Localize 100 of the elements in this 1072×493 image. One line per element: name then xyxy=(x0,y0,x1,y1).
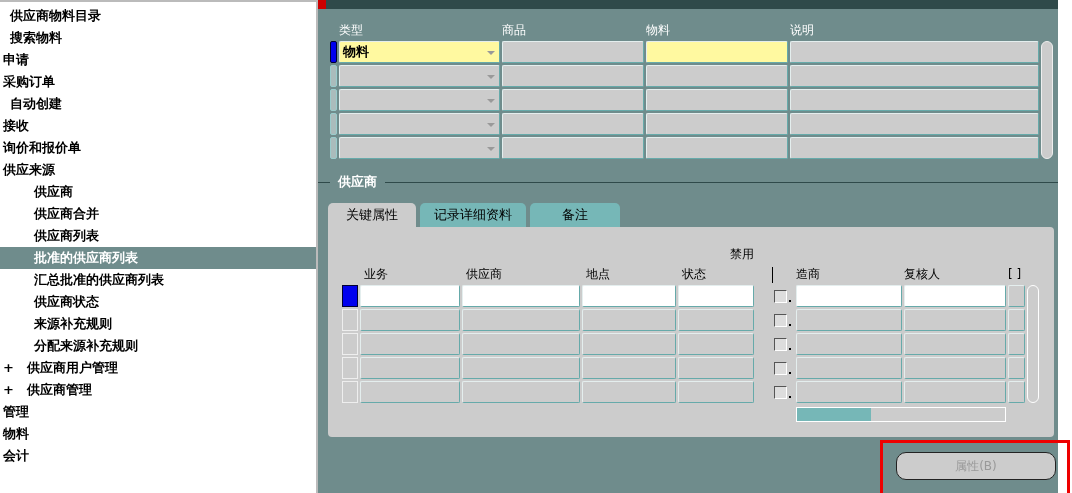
column-header: 物料 xyxy=(646,22,671,39)
caret-icon xyxy=(487,51,495,55)
tree-item[interactable]: 供应来源 xyxy=(0,159,316,181)
input-field[interactable] xyxy=(790,113,1039,135)
checkbox[interactable] xyxy=(774,386,787,399)
input-field[interactable] xyxy=(790,41,1039,63)
column-header: 造商 xyxy=(796,266,821,283)
type-dropdown[interactable] xyxy=(339,137,500,159)
tree-item[interactable]: 汇总批准的供应商列表 xyxy=(0,269,316,291)
row-indicator[interactable] xyxy=(342,285,358,307)
tree-item[interactable]: 接收 xyxy=(0,115,316,137)
tree-item[interactable]: 自动创建 xyxy=(0,93,316,115)
column-header: 业务 xyxy=(363,266,389,283)
tree-item[interactable]: 供应商 xyxy=(0,181,316,203)
tree-item[interactable]: 管理 xyxy=(0,401,316,423)
input-field[interactable] xyxy=(582,309,676,331)
input-field[interactable] xyxy=(646,113,788,135)
input-field[interactable] xyxy=(360,285,460,307)
input-field[interactable] xyxy=(582,357,676,379)
input-field[interactable] xyxy=(678,357,754,379)
input-field[interactable] xyxy=(646,41,788,63)
column-header: 供应商 xyxy=(465,266,503,283)
type-dropdown[interactable] xyxy=(339,89,500,111)
input-field[interactable] xyxy=(462,357,580,379)
input-field[interactable] xyxy=(904,333,1006,355)
type-dropdown[interactable] xyxy=(339,65,500,87)
input-field[interactable] xyxy=(678,333,754,355)
input-field[interactable] xyxy=(790,89,1039,111)
input-field[interactable] xyxy=(796,357,902,379)
input-field[interactable] xyxy=(646,65,788,87)
input-field[interactable] xyxy=(502,41,644,63)
input-field[interactable] xyxy=(360,333,460,355)
scrollbar[interactable] xyxy=(1041,41,1053,159)
input-field[interactable] xyxy=(678,381,754,403)
input-field[interactable] xyxy=(360,357,460,379)
tree-item[interactable]: 会计 xyxy=(0,445,316,467)
tree-item[interactable]: 供应商物料目录 xyxy=(0,5,316,27)
input-field[interactable] xyxy=(462,333,580,355)
input-field[interactable] xyxy=(904,309,1006,331)
input-field[interactable] xyxy=(790,137,1039,159)
input-field[interactable] xyxy=(462,381,580,403)
tree-item[interactable]: 供应商合并 xyxy=(0,203,316,225)
input-field[interactable] xyxy=(582,333,676,355)
caret-icon xyxy=(487,75,495,79)
column-header: 复核人 xyxy=(904,266,941,283)
input-field[interactable] xyxy=(790,65,1039,87)
checkbox[interactable] xyxy=(774,338,787,351)
checkbox[interactable] xyxy=(774,314,787,327)
column-header: 地点 xyxy=(585,266,611,283)
input-field[interactable] xyxy=(1008,333,1025,355)
input-field[interactable] xyxy=(360,381,460,403)
input-field[interactable] xyxy=(1008,381,1025,403)
tree-item[interactable]: 批准的供应商列表 xyxy=(0,247,316,269)
tree-item[interactable]: + 供应商用户管理 xyxy=(0,357,316,379)
tree-item[interactable]: 采购订单 xyxy=(0,71,316,93)
input-field[interactable] xyxy=(1008,309,1025,331)
input-field[interactable] xyxy=(678,285,754,307)
type-dropdown[interactable]: 物料 xyxy=(339,41,500,63)
checkbox[interactable] xyxy=(774,362,787,375)
input-field[interactable] xyxy=(502,65,644,87)
input-field[interactable] xyxy=(582,381,676,403)
tab[interactable]: 记录详细资料 xyxy=(420,203,526,227)
tree-item[interactable]: 询价和报价单 xyxy=(0,137,316,159)
column-header: 类型 xyxy=(339,22,364,39)
input-field[interactable] xyxy=(796,309,902,331)
tree-item[interactable]: 搜索物料 xyxy=(0,27,316,49)
tree-item[interactable]: 申请 xyxy=(0,49,316,71)
input-field[interactable] xyxy=(502,137,644,159)
input-field[interactable] xyxy=(796,285,902,307)
input-field[interactable] xyxy=(360,309,460,331)
checkbox[interactable] xyxy=(774,290,787,303)
input-field[interactable] xyxy=(796,333,902,355)
input-field[interactable] xyxy=(796,381,902,403)
tree-item[interactable]: 物料 xyxy=(0,423,316,445)
input-field[interactable] xyxy=(646,137,788,159)
input-field[interactable] xyxy=(462,285,580,307)
type-dropdown[interactable] xyxy=(339,113,500,135)
input-field[interactable] xyxy=(502,113,644,135)
tree-item[interactable]: 来源补充规则 xyxy=(0,313,316,335)
section-title: 供应商 xyxy=(338,173,377,191)
column-header: 禁用 xyxy=(729,247,754,261)
column-header: 状态 xyxy=(681,266,707,283)
input-field[interactable] xyxy=(502,89,644,111)
input-field[interactable] xyxy=(1008,357,1025,379)
input-field[interactable] xyxy=(904,285,1006,307)
title-bar-icon xyxy=(318,0,326,9)
input-field[interactable] xyxy=(904,357,1006,379)
input-field[interactable] xyxy=(646,89,788,111)
tree-item[interactable]: 分配来源补充规则 xyxy=(0,335,316,357)
tab[interactable]: 关键属性 xyxy=(328,203,416,227)
tree-item[interactable]: + 供应商管理 xyxy=(0,379,316,401)
input-field[interactable] xyxy=(904,381,1006,403)
input-field[interactable] xyxy=(1008,285,1025,307)
tab[interactable]: 备注 xyxy=(530,203,620,227)
input-field[interactable] xyxy=(678,309,754,331)
input-field[interactable] xyxy=(582,285,676,307)
tree-item[interactable]: 供应商状态 xyxy=(0,291,316,313)
row-indicator[interactable] xyxy=(330,41,337,63)
tree-item[interactable]: 供应商列表 xyxy=(0,225,316,247)
input-field[interactable] xyxy=(462,309,580,331)
